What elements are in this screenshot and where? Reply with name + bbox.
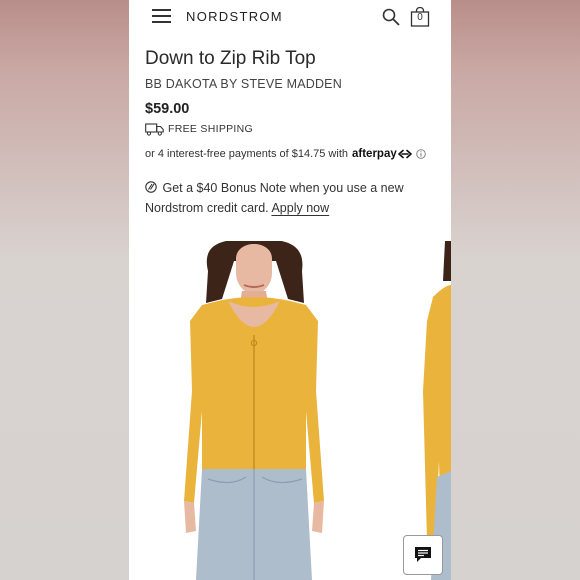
afterpay-text: or 4 interest-free payments of $14.75 wi… (145, 148, 348, 160)
shopping-bag-icon[interactable]: 0 (410, 6, 430, 27)
chat-button[interactable] (403, 535, 443, 575)
nordstrom-logo[interactable]: NORDSTROM (186, 9, 283, 24)
shipping-label: FREE SHIPPING (168, 123, 253, 135)
mobile-page: NORDSTROM 0 Down to Zip Rib Top BB DAKOT… (129, 0, 451, 580)
product-brand[interactable]: BB DAKOTA BY STEVE MADDEN (145, 77, 342, 91)
product-price: $59.00 (145, 101, 190, 117)
afterpay-row: or 4 interest-free payments of $14.75 wi… (145, 148, 426, 160)
chat-icon (415, 547, 431, 562)
search-icon[interactable] (382, 8, 400, 26)
afterpay-logo: afterpay (352, 148, 397, 160)
free-shipping: FREE SHIPPING (145, 121, 253, 137)
bag-count: 0 (417, 12, 423, 23)
menu-icon[interactable] (152, 9, 171, 23)
product-image[interactable] (156, 241, 353, 580)
info-icon[interactable] (415, 149, 426, 159)
credit-card-icon (145, 181, 157, 193)
truck-icon (145, 122, 164, 136)
top-nav: NORDSTROM 0 (129, 0, 451, 36)
product-title: Down to Zip Rib Top (145, 48, 316, 69)
afterpay-arrows-icon (397, 149, 412, 159)
apply-now-link[interactable]: Apply now (271, 201, 329, 215)
next-product-image[interactable] (401, 241, 451, 580)
bonus-note-promo: Get a $40 Bonus Note when you use a new … (145, 178, 435, 218)
